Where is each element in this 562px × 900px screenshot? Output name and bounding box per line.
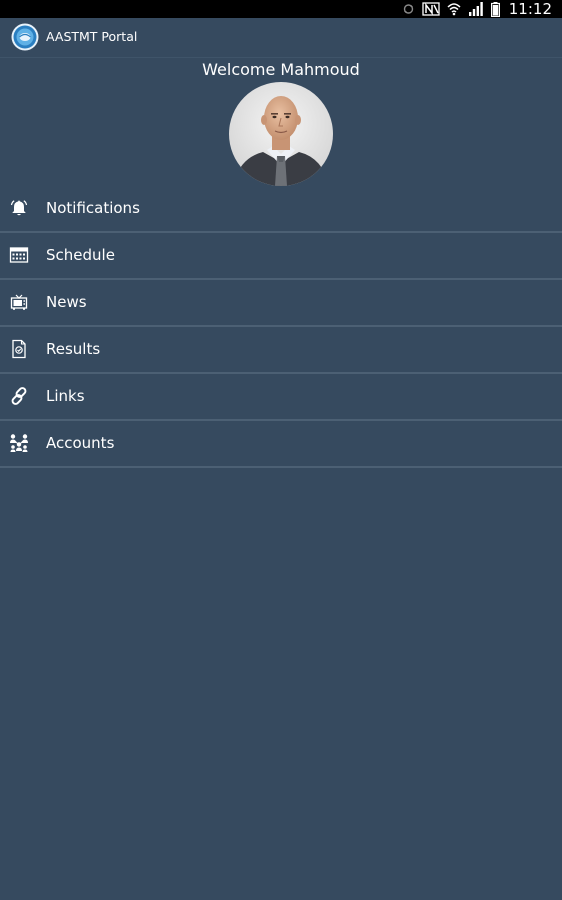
menu-item-accounts[interactable]: Accounts xyxy=(0,421,562,468)
app-title: AASTMT Portal xyxy=(46,29,138,44)
aastmt-logo-icon[interactable] xyxy=(11,23,39,51)
menu-item-label: Accounts xyxy=(46,434,115,452)
welcome-text: Welcome Mahmoud xyxy=(202,60,360,79)
status-clock: 11:12 xyxy=(508,0,552,18)
menu-item-label: Results xyxy=(46,340,101,358)
navigation-menu: Notifications Schedule News Results Link… xyxy=(0,186,562,468)
document-icon xyxy=(12,339,26,359)
menu-item-label: Links xyxy=(46,387,85,405)
menu-item-schedule[interactable]: Schedule xyxy=(0,233,562,280)
menu-item-notifications[interactable]: Notifications xyxy=(0,186,562,233)
sync-icon xyxy=(403,4,413,14)
menu-item-results[interactable]: Results xyxy=(0,327,562,374)
menu-item-links[interactable]: Links xyxy=(0,374,562,421)
action-bar: AASTMT Portal xyxy=(0,18,562,58)
status-icons: 11:12 xyxy=(402,0,552,18)
menu-item-news[interactable]: News xyxy=(0,280,562,327)
tv-icon xyxy=(10,294,28,310)
menu-item-label: Notifications xyxy=(46,199,140,217)
status-bar: 11:12 xyxy=(0,0,562,18)
link-icon xyxy=(11,387,27,405)
menu-item-label: News xyxy=(46,293,87,311)
nfc-icon xyxy=(422,2,440,16)
battery-icon xyxy=(490,1,500,17)
menu-item-label: Schedule xyxy=(46,246,115,264)
avatar-photo xyxy=(229,82,333,186)
accounts-icon xyxy=(10,434,28,452)
bell-icon xyxy=(10,200,28,216)
calendar-icon xyxy=(9,247,29,263)
wifi-icon xyxy=(447,3,461,16)
signal-icon xyxy=(468,2,483,16)
avatar[interactable] xyxy=(229,82,333,186)
